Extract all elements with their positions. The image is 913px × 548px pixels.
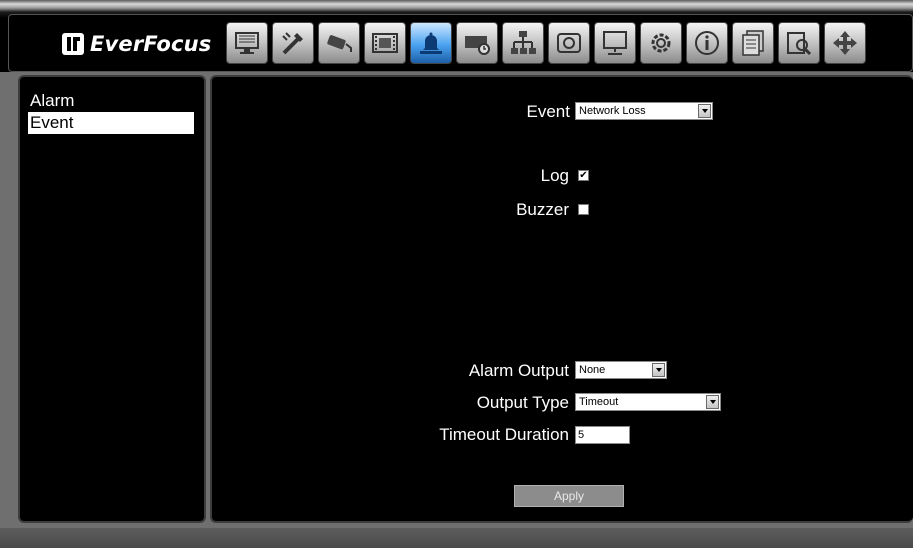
schedule-button[interactable]: [456, 22, 498, 64]
info-icon: [695, 31, 719, 55]
buzzer-label: Buzzer: [516, 200, 569, 219]
chevron-down-icon: [698, 104, 711, 118]
alarm-output-value: None: [579, 364, 606, 376]
log-button[interactable]: [732, 22, 774, 64]
alarm-output-select[interactable]: None: [575, 361, 667, 379]
main-panel: [210, 75, 913, 523]
network-button[interactable]: [502, 22, 544, 64]
output-type-label: Output Type: [476, 393, 569, 412]
event-select-value: Network Loss: [579, 105, 646, 117]
monitor-icon: [235, 32, 259, 54]
disk-icon: [557, 33, 581, 53]
chevron-down-icon: [706, 395, 719, 409]
log-pages-icon: [742, 30, 764, 56]
brand-logo: EverFocus: [62, 30, 211, 58]
film-record-icon: [372, 33, 398, 53]
monitor-button[interactable]: [226, 22, 268, 64]
ptz-button[interactable]: [824, 22, 866, 64]
settings-button[interactable]: [640, 22, 682, 64]
timeout-duration-label: Timeout Duration: [439, 425, 569, 444]
log-checkbox[interactable]: ✔: [578, 170, 589, 181]
timeout-duration-input[interactable]: 5: [575, 426, 630, 444]
main-toolbar: [226, 22, 866, 68]
brand-name: EverFocus: [90, 32, 212, 56]
record-button[interactable]: [364, 22, 406, 64]
alarm-bell-icon: [420, 32, 442, 54]
logo-mark-icon: [62, 33, 84, 55]
network-icon: [511, 31, 536, 54]
alarm-button[interactable]: [410, 22, 452, 64]
sidebar-item-event[interactable]: Event: [28, 112, 194, 134]
info-button[interactable]: [686, 22, 728, 64]
tools-button[interactable]: [272, 22, 314, 64]
alarm-output-label: Alarm Output: [468, 361, 569, 380]
log-label: Log: [540, 166, 569, 185]
output-type-select[interactable]: Timeout: [575, 393, 721, 411]
bottom-bar: [0, 528, 913, 548]
apply-button[interactable]: Apply: [514, 485, 624, 507]
disk-button[interactable]: [548, 22, 590, 64]
search-button[interactable]: [778, 22, 820, 64]
display-button[interactable]: [594, 22, 636, 64]
tools-icon: [282, 32, 303, 55]
camera-icon: [327, 35, 352, 52]
camera-button[interactable]: [318, 22, 360, 64]
output-type-value: Timeout: [579, 396, 619, 408]
storage-schedule-icon: [465, 36, 490, 55]
buzzer-checkbox[interactable]: [578, 204, 589, 215]
event-label: Event: [526, 102, 570, 121]
sidebar: Alarm Event: [18, 75, 206, 523]
search-icon: [787, 32, 812, 56]
ptz-arrows-icon: [833, 31, 857, 55]
event-select[interactable]: Network Loss: [575, 102, 713, 120]
chevron-down-icon: [652, 363, 665, 377]
gear-icon: [651, 33, 671, 53]
display-icon: [603, 31, 627, 55]
sidebar-item-alarm[interactable]: Alarm: [28, 90, 194, 112]
